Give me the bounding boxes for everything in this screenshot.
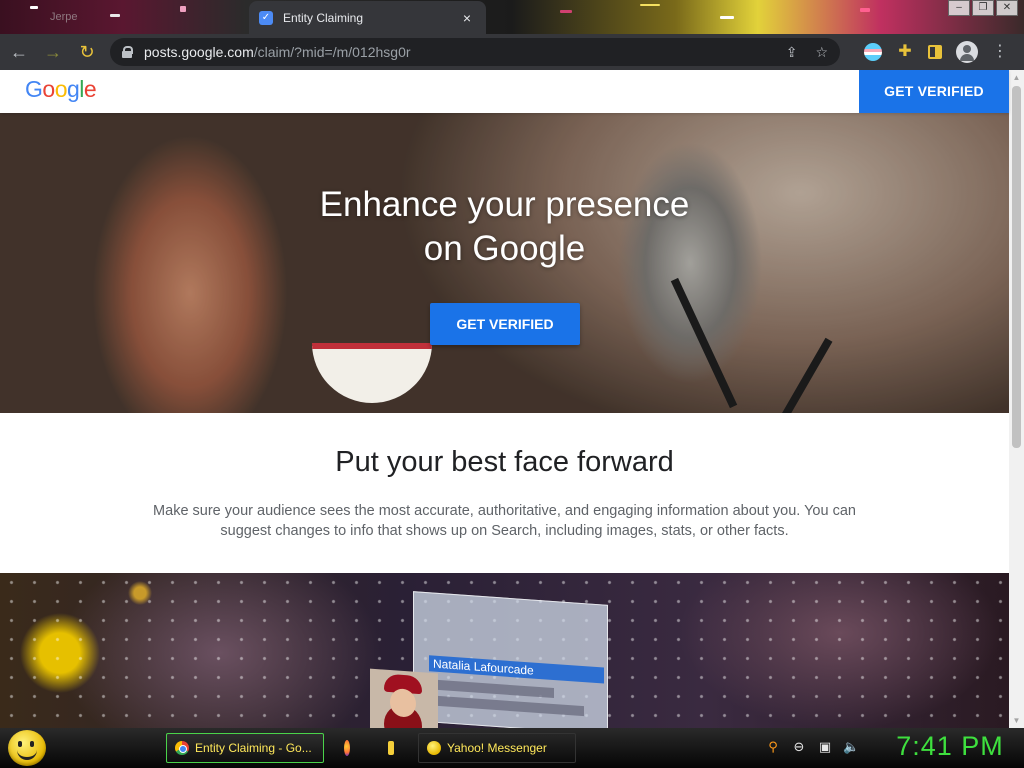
hero-get-verified-button[interactable]: GET VERIFIED — [430, 303, 580, 345]
tab-close-icon[interactable]: × — [458, 10, 476, 26]
taskbar-item-label: Yahoo! Messenger — [447, 741, 547, 755]
taskbar-item-folder[interactable] — [380, 733, 408, 763]
browser-tab-strip: Jerpe ✓ Entity Claiming × – ❐ ✕ — [0, 0, 1024, 34]
tab-title: Entity Claiming — [283, 10, 364, 25]
card-name-bar: Natalia Lafourcade — [429, 655, 604, 684]
logo-letter: o — [54, 76, 68, 102]
taskbar: Entity Claiming - Go... Yahoo! Messenger… — [0, 728, 1024, 768]
google-logo[interactable]: Google — [25, 76, 97, 103]
hero-title: Enhance your presence on Google — [0, 183, 1009, 271]
knowledge-panel-card: Natalia Lafourcade — [413, 591, 608, 728]
scroll-down-icon[interactable]: ▼ — [1009, 713, 1024, 728]
reload-icon[interactable]: ↻ — [72, 37, 102, 67]
folder-icon — [388, 741, 394, 755]
card-portrait-image — [370, 668, 438, 728]
card-row — [434, 695, 584, 717]
bookmark-star-icon[interactable]: ☆ — [815, 44, 828, 61]
browser-toolbar: ← → ↻ posts.google.com/claim/?mid=/m/012… — [0, 34, 1024, 70]
extensions-puzzle-icon[interactable]: ✚ — [896, 43, 914, 61]
logo-letter: G — [25, 76, 43, 102]
taskbar-item-firefox[interactable] — [336, 733, 364, 763]
tab-inactive-title: Jerpe — [50, 11, 78, 23]
card-row — [434, 679, 554, 699]
concert-photo: Natalia Lafourcade — [0, 573, 1009, 728]
firefox-icon — [344, 740, 350, 756]
site-header: Google GET VERIFIED — [0, 70, 1009, 113]
hero-title-line2: on Google — [423, 229, 586, 268]
system-tray: ⚲ ⊖ ▣ 🔈 — [765, 739, 859, 755]
window-controls: – ❐ ✕ — [948, 0, 1018, 16]
url-host: posts.google.com — [144, 44, 254, 60]
scroll-up-icon[interactable]: ▲ — [1009, 70, 1024, 85]
back-arrow-icon[interactable]: ← — [4, 37, 34, 67]
tab-inactive[interactable]: Jerpe — [0, 2, 246, 34]
taskbar-item-chrome[interactable]: Entity Claiming - Go... — [166, 733, 324, 763]
checkmark-favicon-icon: ✓ — [259, 10, 273, 25]
volume-icon[interactable]: 🔈 — [843, 739, 859, 755]
taskbar-item-yahoo-messenger[interactable]: Yahoo! Messenger — [418, 733, 576, 763]
hero-title-line1: Enhance your presence — [319, 185, 690, 224]
status-icon[interactable]: ⊖ — [791, 739, 807, 755]
hero-banner: Enhance your presence on Google GET VERI… — [0, 113, 1009, 413]
share-icon[interactable]: ⇪ — [786, 44, 798, 61]
profile-avatar-icon[interactable] — [956, 41, 978, 63]
side-panel-icon[interactable] — [928, 45, 942, 59]
extension-flag-icon[interactable] — [864, 43, 882, 61]
logo-letter: g — [66, 76, 80, 102]
yahoo-messenger-icon — [427, 741, 441, 755]
window-close-icon[interactable]: ✕ — [996, 0, 1018, 16]
chrome-icon — [175, 741, 189, 755]
minimize-icon[interactable]: – — [948, 0, 970, 16]
scrollbar-thumb[interactable] — [1012, 86, 1021, 448]
taskbar-item-label: Entity Claiming - Go... — [195, 741, 312, 755]
start-smiley-icon[interactable] — [8, 730, 46, 766]
network-icon[interactable]: ▣ — [817, 739, 833, 755]
tab-entity-claiming[interactable]: ✓ Entity Claiming × — [249, 1, 486, 34]
section-heading: Put your best face forward — [335, 446, 674, 478]
header-get-verified-button[interactable]: GET VERIFIED — [859, 70, 1009, 113]
taskbar-clock[interactable]: 7:41 PM — [880, 731, 1020, 762]
search-icon[interactable]: ⚲ — [765, 739, 781, 755]
forward-arrow-icon[interactable]: → — [38, 37, 68, 67]
intro-section: Put your best face forward Make sure you… — [0, 413, 1009, 573]
logo-letter: o — [42, 76, 55, 102]
lock-icon[interactable] — [122, 46, 133, 58]
kebab-menu-icon[interactable]: ⋮ — [992, 43, 1008, 61]
page-scrollbar[interactable]: ▲ ▼ — [1009, 70, 1024, 728]
maximize-icon[interactable]: ❐ — [972, 0, 994, 16]
address-bar[interactable]: posts.google.com/claim/?mid=/m/012hsg0r … — [110, 38, 840, 66]
url-path: /claim/?mid=/m/012hsg0r — [253, 44, 411, 60]
page-viewport: Google GET VERIFIED Enhance your presenc… — [0, 70, 1024, 728]
logo-letter: e — [83, 76, 97, 102]
section-body: Make sure your audience sees the most ac… — [153, 503, 856, 539]
